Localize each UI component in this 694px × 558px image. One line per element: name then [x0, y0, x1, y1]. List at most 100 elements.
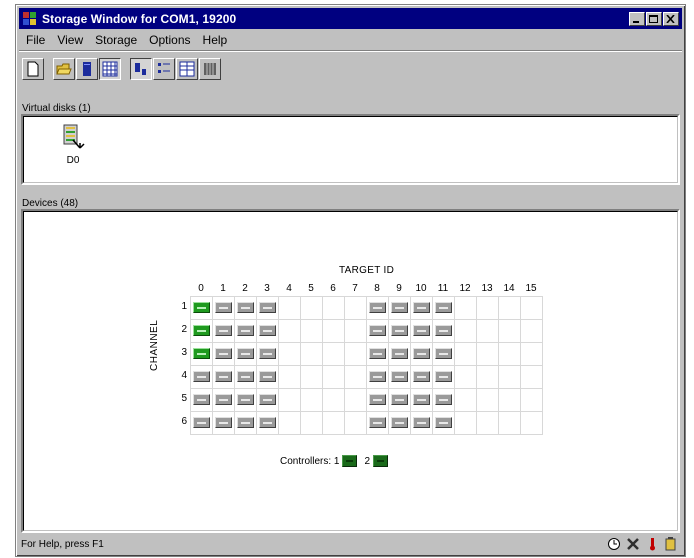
maximize-button[interactable] [646, 11, 662, 26]
active-device-icon[interactable] [193, 302, 210, 313]
status-clock-icon[interactable] [607, 537, 621, 551]
device-icon[interactable] [413, 325, 430, 336]
controller-1-icon[interactable] [342, 455, 358, 467]
grid-cell [279, 320, 301, 343]
small-icons-button[interactable] [153, 58, 175, 80]
device-icon[interactable] [435, 325, 452, 336]
device-icon[interactable] [413, 394, 430, 405]
device-icon[interactable] [369, 325, 386, 336]
device-icon[interactable] [215, 417, 232, 428]
grid-cell [499, 343, 521, 366]
title-bar[interactable]: Storage Window for COM1, 19200 [19, 8, 682, 29]
device-icon[interactable] [435, 371, 452, 382]
active-device-icon[interactable] [193, 325, 210, 336]
active-device-icon[interactable] [193, 348, 210, 359]
device-icon[interactable] [237, 325, 254, 336]
grid-cell [411, 389, 433, 412]
device-icon[interactable] [413, 348, 430, 359]
grid-cell [301, 343, 323, 366]
device-icon[interactable] [369, 348, 386, 359]
device-icon[interactable] [391, 371, 408, 382]
menu-help[interactable]: Help [197, 33, 234, 47]
devices-header: Devices (48) [22, 198, 79, 209]
status-battery-icon[interactable] [664, 537, 678, 551]
device-icon[interactable] [259, 394, 276, 405]
grid-view-icon [102, 61, 118, 77]
app-icon[interactable] [22, 11, 38, 27]
virtual-disks-header: Virtual disks (1) [22, 103, 91, 114]
grid-cell [521, 320, 543, 343]
menu-view[interactable]: View [51, 33, 89, 47]
device-icon[interactable] [259, 348, 276, 359]
virtual-disk-item[interactable]: D0 [53, 124, 93, 166]
grid-cell [367, 297, 389, 320]
device-icon[interactable] [215, 394, 232, 405]
grid-cell [235, 412, 257, 435]
details-button[interactable] [199, 58, 221, 80]
grid-cell [345, 412, 367, 435]
device-icon[interactable] [237, 417, 254, 428]
device-icon[interactable] [369, 417, 386, 428]
new-button[interactable] [22, 58, 44, 80]
device-icon[interactable] [259, 302, 276, 313]
device-icon[interactable] [369, 371, 386, 382]
target-id-header: 3 [264, 283, 270, 294]
grid-cell [367, 343, 389, 366]
device-icon[interactable] [391, 394, 408, 405]
menu-storage[interactable]: Storage [89, 33, 143, 47]
device-icon[interactable] [435, 348, 452, 359]
device-icon[interactable] [413, 302, 430, 313]
device-icon[interactable] [369, 302, 386, 313]
grid-cell [477, 343, 499, 366]
minimize-button[interactable] [629, 11, 645, 26]
device-icon[interactable] [259, 325, 276, 336]
storage-device-icon [83, 62, 91, 76]
grid-view-button[interactable] [99, 58, 121, 80]
close-button[interactable] [663, 11, 679, 26]
device-icon[interactable] [193, 417, 210, 428]
grid-cell [235, 366, 257, 389]
device-icon[interactable] [237, 371, 254, 382]
details-view-icon [204, 63, 216, 75]
device-icon[interactable] [391, 325, 408, 336]
channel-header: 4 [181, 370, 187, 381]
device-icon[interactable] [391, 348, 408, 359]
device-icon[interactable] [215, 325, 232, 336]
device-icon[interactable] [215, 348, 232, 359]
device-icon[interactable] [435, 417, 452, 428]
device-icon[interactable] [391, 417, 408, 428]
device-icon[interactable] [413, 371, 430, 382]
target-id-header: 8 [374, 283, 380, 294]
storage-button[interactable] [76, 58, 98, 80]
device-icon[interactable] [237, 348, 254, 359]
grid-cell [433, 343, 455, 366]
device-icon[interactable] [259, 417, 276, 428]
device-icon[interactable] [193, 394, 210, 405]
grid-cell [499, 389, 521, 412]
grid-cell [389, 366, 411, 389]
device-icon[interactable] [391, 302, 408, 313]
grid-cell [257, 343, 279, 366]
grid-cell [455, 343, 477, 366]
channel-header: 2 [181, 324, 187, 335]
device-icon[interactable] [193, 371, 210, 382]
large-icons-button[interactable] [130, 58, 152, 80]
device-icon[interactable] [237, 302, 254, 313]
status-tools-icon[interactable] [626, 537, 640, 551]
grid-cell [257, 320, 279, 343]
device-icon[interactable] [369, 394, 386, 405]
device-icon[interactable] [215, 302, 232, 313]
open-button[interactable] [53, 58, 75, 80]
device-icon[interactable] [413, 417, 430, 428]
device-icon[interactable] [259, 371, 276, 382]
menu-file[interactable]: File [20, 33, 51, 47]
device-icon[interactable] [435, 394, 452, 405]
device-icon[interactable] [237, 394, 254, 405]
list-button[interactable] [176, 58, 198, 80]
menu-options[interactable]: Options [143, 33, 196, 47]
device-icon[interactable] [435, 302, 452, 313]
toolbar [22, 57, 222, 81]
status-thermometer-icon[interactable] [645, 537, 659, 551]
device-icon[interactable] [215, 371, 232, 382]
controller-2-icon[interactable] [373, 455, 389, 467]
